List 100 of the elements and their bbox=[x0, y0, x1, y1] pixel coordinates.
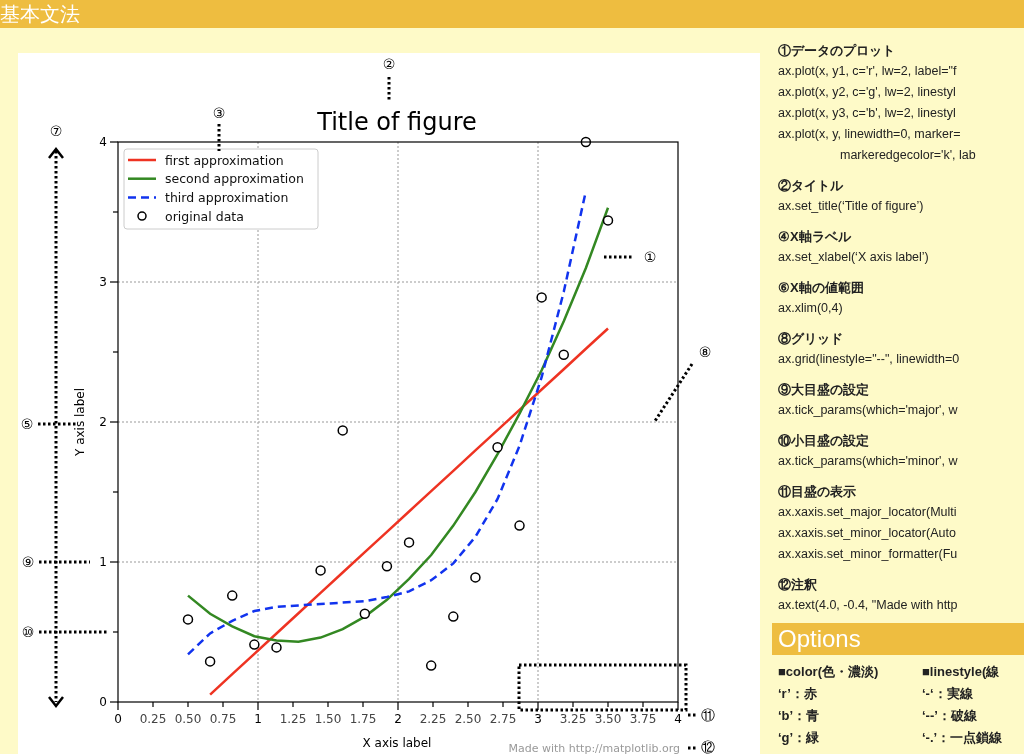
data-point bbox=[492, 441, 503, 453]
legend-line-icon bbox=[128, 158, 156, 162]
data-point bbox=[315, 565, 326, 576]
tick-label: 4 bbox=[99, 135, 107, 149]
legend-label: second approximation bbox=[165, 171, 304, 187]
data-point bbox=[337, 425, 348, 436]
leader-line bbox=[39, 630, 108, 634]
callout-number: ③ bbox=[212, 105, 226, 121]
data-point bbox=[448, 611, 459, 622]
tick-label: 3.75 bbox=[629, 712, 657, 726]
legend-label: original data bbox=[165, 208, 244, 224]
option-heading: ■linestyle(線 bbox=[922, 663, 1000, 681]
tick-mark bbox=[607, 701, 609, 708]
tick-mark bbox=[112, 211, 119, 213]
tick-mark bbox=[112, 491, 119, 493]
callout-number: ⑧ bbox=[698, 344, 712, 360]
section-heading: ⑫注釈 bbox=[778, 576, 818, 594]
tick-label: 3.50 bbox=[594, 712, 622, 726]
section-heading: ⑪目盛の表示 bbox=[778, 483, 857, 501]
code-line: markeredgecolor='k', lab bbox=[840, 147, 976, 164]
option-item: ‘-.’：一点鎖線 bbox=[922, 729, 1003, 747]
section-heading: ⑥X軸の値範囲 bbox=[778, 279, 865, 297]
tick-label: 1.75 bbox=[349, 712, 377, 726]
page-title: 基本文法 bbox=[0, 4, 80, 24]
tick-mark bbox=[257, 701, 259, 711]
option-item: ‘-‘：実線 bbox=[922, 685, 973, 703]
tick-mark bbox=[109, 281, 119, 283]
callout-number: ⑤ bbox=[20, 416, 34, 432]
tick-mark bbox=[502, 701, 504, 708]
data-point bbox=[381, 560, 393, 572]
tick-label: 0 bbox=[114, 712, 122, 726]
code-line: ax.xaxis.set_minor_formatter(Fu bbox=[778, 546, 958, 563]
data-point bbox=[425, 660, 437, 671]
code-line: ax.plot(x, y2, c='g', lw=2, linestyl bbox=[778, 84, 956, 101]
legend-line-icon bbox=[128, 196, 156, 199]
leader-line bbox=[688, 713, 697, 717]
callout-number: ⑪ bbox=[701, 707, 715, 723]
tick-label: 1 bbox=[99, 555, 107, 569]
section-heading: ④X軸ラベル bbox=[778, 228, 852, 246]
code-line: ax.set_title(‘Title of figure’) bbox=[778, 198, 924, 215]
data-point bbox=[580, 136, 592, 148]
data-point bbox=[249, 639, 260, 650]
tick-mark bbox=[467, 701, 469, 708]
section-heading: ⑨大目盛の設定 bbox=[778, 381, 870, 399]
data-point bbox=[514, 520, 525, 531]
code-line: ax.set_xlabel(‘X axis label’) bbox=[778, 249, 929, 266]
tick-mark bbox=[109, 141, 119, 143]
tick-mark bbox=[152, 701, 154, 708]
option-item: ‘r’：赤 bbox=[778, 685, 817, 703]
tick-mark bbox=[397, 701, 399, 711]
data-point bbox=[558, 349, 569, 361]
callout-number: ⑩ bbox=[21, 624, 35, 640]
section-heading: ⑧グリッド bbox=[778, 330, 844, 348]
code-line: ax.plot(x, y1, c='r', lw=2, label="f bbox=[778, 63, 957, 80]
tick-mark bbox=[537, 701, 539, 711]
section-heading: ②タイトル bbox=[778, 177, 844, 195]
code-line: ax.plot(x, y, linewidth=0, marker= bbox=[778, 126, 961, 143]
section-heading: ⑩小目盛の設定 bbox=[778, 432, 870, 450]
code-line: ax.plot(x, y3, c='b', lw=2, linestyl bbox=[778, 105, 956, 122]
options-title: Options bbox=[778, 627, 861, 651]
tick-label: 3 bbox=[99, 275, 107, 289]
code-line: ax.grid(linestyle="--", linewidth=0 bbox=[778, 351, 960, 368]
tick-mark bbox=[222, 701, 224, 708]
leader-line bbox=[38, 422, 76, 426]
tick-mark bbox=[642, 701, 644, 708]
tick-mark bbox=[362, 701, 364, 708]
leader-line bbox=[653, 363, 694, 422]
tick-mark bbox=[109, 561, 119, 563]
tick-label: 2.75 bbox=[489, 712, 517, 726]
tick-mark bbox=[112, 351, 119, 353]
tick-mark bbox=[432, 701, 434, 708]
legend-line-icon bbox=[128, 177, 156, 180]
tick-label: 3 bbox=[534, 712, 542, 726]
data-point bbox=[227, 590, 238, 601]
tick-label: 0.25 bbox=[139, 712, 167, 726]
leader-line bbox=[217, 124, 221, 151]
tick-label: 2 bbox=[99, 415, 107, 429]
tick-mark bbox=[187, 701, 189, 708]
data-point bbox=[204, 656, 216, 667]
leader-line bbox=[387, 77, 391, 101]
data-point bbox=[182, 614, 194, 625]
callout-number: ⑨ bbox=[21, 554, 35, 570]
leader-line bbox=[604, 255, 634, 259]
code-line: ax.text(4.0, -0.4, "Made with http bbox=[778, 597, 958, 614]
callout-number: ⑫ bbox=[701, 739, 715, 754]
code-line: ax.tick_params(which='major', w bbox=[778, 402, 958, 419]
axis-label: Y axis label bbox=[73, 388, 87, 456]
option-item: ‘--’：破線 bbox=[922, 707, 977, 725]
tick-label: 1.50 bbox=[314, 712, 342, 726]
code-line: ax.xaxis.set_major_locator(Multi bbox=[778, 504, 957, 521]
legend-label: first approximation bbox=[165, 152, 284, 168]
tick-mark bbox=[292, 701, 294, 708]
tick-label: 1 bbox=[254, 712, 262, 726]
data-point bbox=[602, 215, 614, 226]
tick-mark bbox=[327, 701, 329, 708]
option-item: ‘g’：緑 bbox=[778, 729, 820, 747]
tick-label: 0 bbox=[99, 695, 107, 709]
chart-title: Title of figure bbox=[317, 108, 477, 136]
credit-note: Made with http://matplotlib.org bbox=[508, 742, 680, 754]
tick-mark bbox=[677, 701, 679, 711]
